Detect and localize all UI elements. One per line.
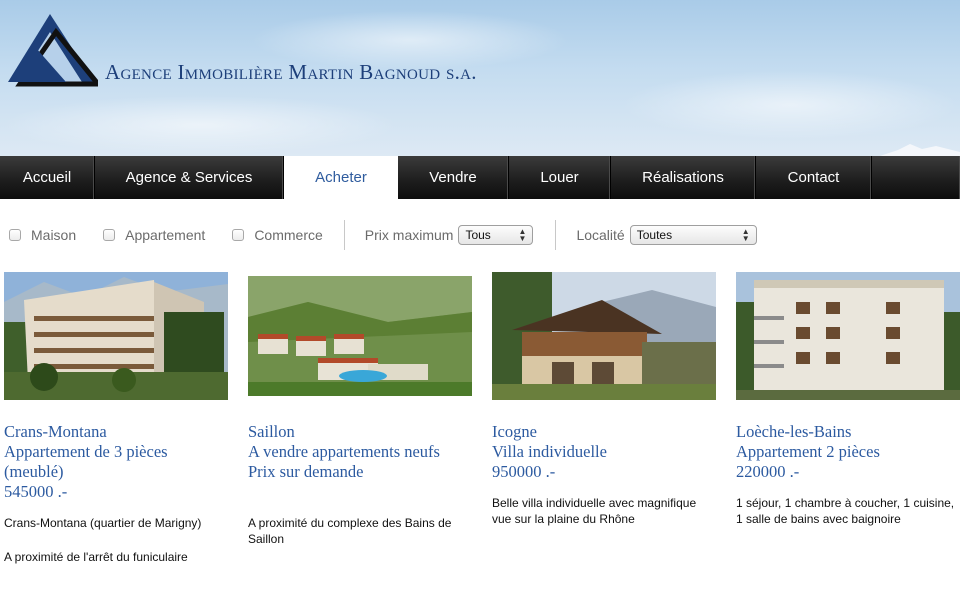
nav-realisations[interactable]: Réalisations [611, 156, 756, 199]
search-filters: Maison Appartement Commerce Prix maximum… [0, 212, 960, 258]
appartement-checkbox[interactable] [103, 229, 116, 241]
filter-appartement[interactable]: Appartement [103, 227, 205, 243]
listing-price[interactable]: 545000 .- [4, 482, 236, 502]
listing-place[interactable]: Crans-Montana [4, 422, 236, 442]
listing-photo[interactable] [248, 272, 472, 400]
location-select[interactable]: Toutes ▲ ▼ [629, 225, 757, 245]
listing-photo[interactable] [492, 272, 716, 400]
listing-description: Crans-Montana (quartier de Marigny) [4, 516, 202, 530]
site-header: Agence Immobilière Martin Bagnoud s.a. [0, 0, 960, 156]
select-arrows-icon: ▲ ▼ [741, 227, 750, 243]
nav-contact[interactable]: Contact [756, 156, 872, 199]
listing-title[interactable]: Villa individuelle [492, 442, 724, 462]
nav-louer[interactable]: Louer [509, 156, 611, 199]
agency-logo-icon[interactable] [6, 12, 98, 88]
listing-price[interactable]: 220000 .- [736, 462, 960, 482]
listing-photo[interactable] [4, 272, 228, 400]
listing-description: Belle villa individuelle avec magnifique… [492, 496, 697, 526]
nav-vendre[interactable]: Vendre [398, 156, 509, 199]
listing-description: A proximité de l'arrêt du funiculaire [4, 550, 188, 564]
listing-price[interactable]: 950000 .- [492, 462, 724, 482]
listing-title[interactable]: (meublé) [4, 462, 236, 482]
listing-photo[interactable] [736, 272, 960, 400]
listing-place[interactable]: Loèche-les-Bains [736, 422, 960, 442]
nav-agence-services[interactable]: Agence & Services [95, 156, 284, 199]
listing-description: A proximité du complexe des Bains de Sai… [248, 516, 452, 546]
location-label: Localité [576, 227, 625, 243]
filter-commerce[interactable]: Commerce [232, 227, 323, 243]
listing-title[interactable]: A vendre appartements neufs [248, 442, 480, 462]
maison-checkbox[interactable] [9, 229, 21, 241]
listing-title[interactable]: Appartement 2 pièces [736, 442, 960, 462]
nav-acheter[interactable]: Acheter [284, 156, 398, 199]
commerce-checkbox[interactable] [232, 229, 245, 241]
brand-name[interactable]: Agence Immobilière Martin Bagnoud s.a. [105, 60, 477, 85]
select-arrows-icon: ▲ ▼ [518, 227, 527, 243]
mountain-decoration [880, 144, 960, 156]
listing-place[interactable]: Saillon [248, 422, 480, 442]
price-label: Prix maximum [364, 227, 454, 243]
listing-card[interactable]: Icogne Villa individuelle 950000 .- Bell… [492, 272, 724, 545]
filter-divider [555, 220, 557, 250]
listing-description: 1 séjour, 1 chambre à coucher, 1 cuisine… [736, 496, 955, 526]
main-nav: Accueil Agence & Services Acheter Vendre… [0, 156, 960, 199]
filter-maison[interactable]: Maison [9, 227, 76, 243]
listing-title[interactable]: Prix sur demande [248, 462, 480, 482]
listing-card[interactable]: Saillon A vendre appartements neufs Prix… [248, 272, 480, 565]
listing-card[interactable]: Crans-Montana Appartement de 3 pièces (m… [4, 272, 236, 583]
nav-accueil[interactable]: Accueil [0, 156, 95, 199]
price-select[interactable]: Tous ▲ ▼ [458, 225, 534, 245]
filter-divider [343, 220, 345, 250]
listing-title[interactable]: Appartement de 3 pièces [4, 442, 236, 462]
listing-place[interactable]: Icogne [492, 422, 724, 442]
listing-card[interactable]: Loèche-les-Bains Appartement 2 pièces 22… [736, 272, 960, 545]
